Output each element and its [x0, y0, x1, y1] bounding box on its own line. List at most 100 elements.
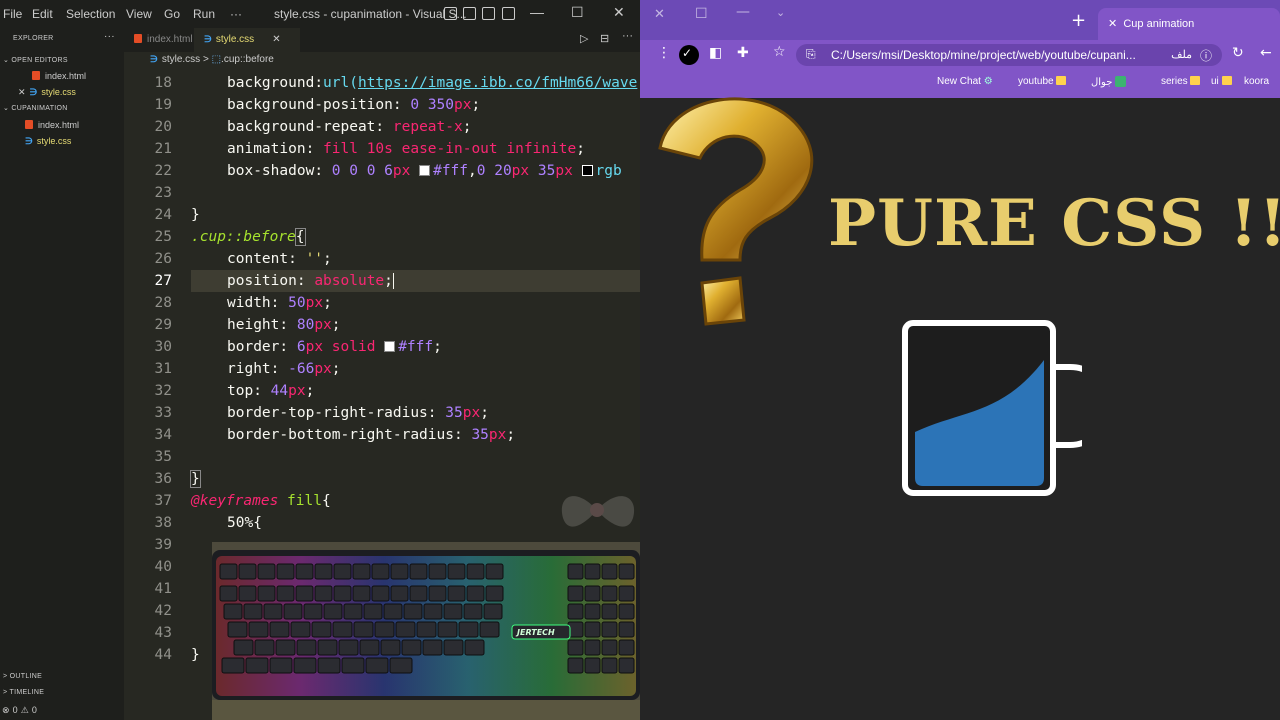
file-index-html[interactable]: index.html — [25, 120, 79, 130]
open-editor-style-css[interactable]: ✕ ∋ style.css — [18, 87, 76, 98]
keyboard-key — [219, 563, 238, 580]
window-minimize-icon[interactable]: — — [736, 4, 750, 20]
line-number: 38 — [154, 515, 172, 531]
menu-edit[interactable]: Edit — [32, 7, 53, 21]
menu-go[interactable]: Go — [164, 7, 180, 21]
code-line: width: 50px; — [227, 295, 332, 311]
keyboard-key — [618, 639, 635, 656]
sidebar-icon[interactable]: ◧ — [709, 45, 722, 61]
keyboard-photo: JERTECH — [212, 542, 640, 720]
code-line: background-repeat: repeat-x; — [227, 119, 472, 135]
keyboard-key — [227, 621, 248, 638]
line-number: 36 — [154, 471, 172, 487]
toggle-secondary-sidebar-icon[interactable] — [482, 7, 495, 20]
line-number: 31 — [154, 361, 172, 377]
minimize-button[interactable]: — — [530, 4, 544, 20]
chatgpt-icon: ⚙ — [983, 76, 993, 87]
bookmark-new-chat[interactable]: New Chat ⚙ — [937, 76, 993, 87]
reload-icon[interactable]: ↻ — [1232, 45, 1244, 61]
browser-window: ✕ ☐ — ⌄ + ✕ Cup animation ⋮ ✓ ◧ ✚ ☆ ⎘ C:… — [640, 0, 1280, 720]
url-value[interactable]: https://image.ibb.co/fmHm66/wave — [358, 75, 637, 91]
maximize-button[interactable]: ☐ — [571, 4, 584, 21]
open-editors-section[interactable]: ⌄ OPEN EDITORS — [3, 56, 68, 64]
line-number: 40 — [154, 559, 172, 575]
vscode-window: File Edit Selection View Go Run ··· styl… — [0, 0, 640, 720]
tab-label: style.css — [215, 34, 255, 45]
menu-run[interactable]: Run — [193, 7, 215, 21]
bookmark-ui[interactable]: ui — [1211, 76, 1232, 87]
customize-layout-icon[interactable] — [502, 7, 515, 20]
extensions-icon[interactable]: ✚ — [737, 45, 749, 61]
open-editor-index-html[interactable]: index.html — [32, 71, 86, 81]
bookmark-youtube[interactable]: youtube — [1018, 76, 1067, 87]
window-maximize-icon[interactable]: ☐ — [695, 6, 708, 22]
color-swatch[interactable] — [581, 165, 593, 176]
run-icon[interactable]: ▷ — [580, 32, 588, 45]
keyboard-key — [338, 639, 359, 656]
bookmark-star-icon[interactable]: ☆ — [773, 44, 786, 60]
menu-view[interactable]: View — [126, 7, 152, 21]
folder-icon — [1221, 76, 1232, 85]
more-actions-icon[interactable]: ··· — [104, 31, 115, 42]
file-style-css[interactable]: ∋ style.css — [25, 136, 71, 147]
editor-more-icon[interactable]: ··· — [622, 30, 633, 42]
keyboard-key — [390, 563, 409, 580]
menu-file[interactable]: File — [3, 7, 22, 21]
keyboard-key — [243, 603, 263, 620]
bookmark-koora[interactable]: koora — [1244, 76, 1269, 87]
address-bar[interactable]: ⎘ C:/Users/msi/Desktop/mine/project/web/… — [796, 44, 1222, 66]
keyboard-key — [269, 621, 290, 638]
timeline-section[interactable]: > TIMELINE — [3, 689, 44, 696]
line-number: 29 — [154, 317, 172, 333]
code-line: background-position: 0 350px; — [227, 97, 481, 113]
menu-selection[interactable]: Selection — [66, 7, 115, 21]
keyboard-key — [618, 657, 635, 674]
keyboard-key — [601, 621, 618, 638]
color-swatch[interactable] — [419, 165, 431, 176]
line-number: 44 — [154, 647, 172, 663]
close-button[interactable]: ✕ — [613, 4, 625, 21]
keyboard-key — [601, 603, 618, 620]
tab-search-icon[interactable]: ⌄ — [776, 6, 785, 19]
problems-status[interactable]: ⊗ 0 ⚠ 0 — [2, 705, 37, 716]
toggle-panel-icon[interactable] — [463, 7, 476, 20]
keyboard-key — [317, 639, 338, 656]
keyboard-key — [353, 621, 374, 638]
tab-index-html[interactable]: index.html — [124, 28, 203, 52]
line-number: 21 — [154, 141, 172, 157]
bookmark-label: series — [1161, 76, 1188, 87]
window-close-icon[interactable]: ✕ — [654, 7, 665, 22]
code-line: content: ''; — [227, 251, 332, 267]
outline-section[interactable]: > OUTLINE — [3, 673, 42, 680]
bookmark-mobile[interactable]: جوال — [1091, 76, 1127, 88]
keyboard-key — [283, 603, 303, 620]
site-info-icon[interactable]: ⓘ — [1200, 47, 1212, 64]
close-tab-icon[interactable]: ✕ — [1108, 18, 1117, 30]
line-number: 24 — [154, 207, 172, 223]
split-editor-icon[interactable]: ⊟ — [600, 32, 609, 45]
keyboard-key — [311, 621, 332, 638]
tab-style-css[interactable]: ∋ style.css ✕ — [194, 28, 300, 52]
breadcrumb-symbol[interactable]: .cup::before — [221, 54, 274, 65]
menu-more[interactable]: ··· — [230, 7, 242, 21]
keyboard-key — [464, 639, 485, 656]
back-icon[interactable]: ← — [1260, 45, 1272, 61]
color-swatch[interactable] — [384, 341, 396, 352]
toggle-sidebar-icon[interactable] — [444, 7, 457, 20]
bookmark-series[interactable]: series — [1161, 76, 1201, 87]
title-bar: File Edit Selection View Go Run ··· styl… — [0, 0, 640, 28]
code-line: animation: fill 10s ease-in-out infinite… — [227, 141, 585, 157]
menu-dots-icon[interactable]: ⋮ — [657, 45, 671, 61]
breadcrumb-file[interactable]: style.css — [162, 54, 200, 65]
keyboard-key — [238, 563, 257, 580]
close-tab-icon[interactable]: ✕ — [272, 34, 280, 45]
keyboard-key — [233, 639, 254, 656]
close-icon[interactable]: ✕ — [18, 87, 26, 97]
share-icon[interactable]: ⎘ — [806, 47, 816, 62]
profile-avatar[interactable]: ✓ — [679, 45, 699, 65]
keyboard-key — [332, 621, 353, 638]
active-tab[interactable]: ✕ Cup animation — [1098, 8, 1280, 40]
keyboard-key — [333, 563, 352, 580]
new-tab-button[interactable]: + — [1071, 10, 1086, 31]
project-section[interactable]: ⌄ CUPANIMATION — [3, 104, 68, 112]
